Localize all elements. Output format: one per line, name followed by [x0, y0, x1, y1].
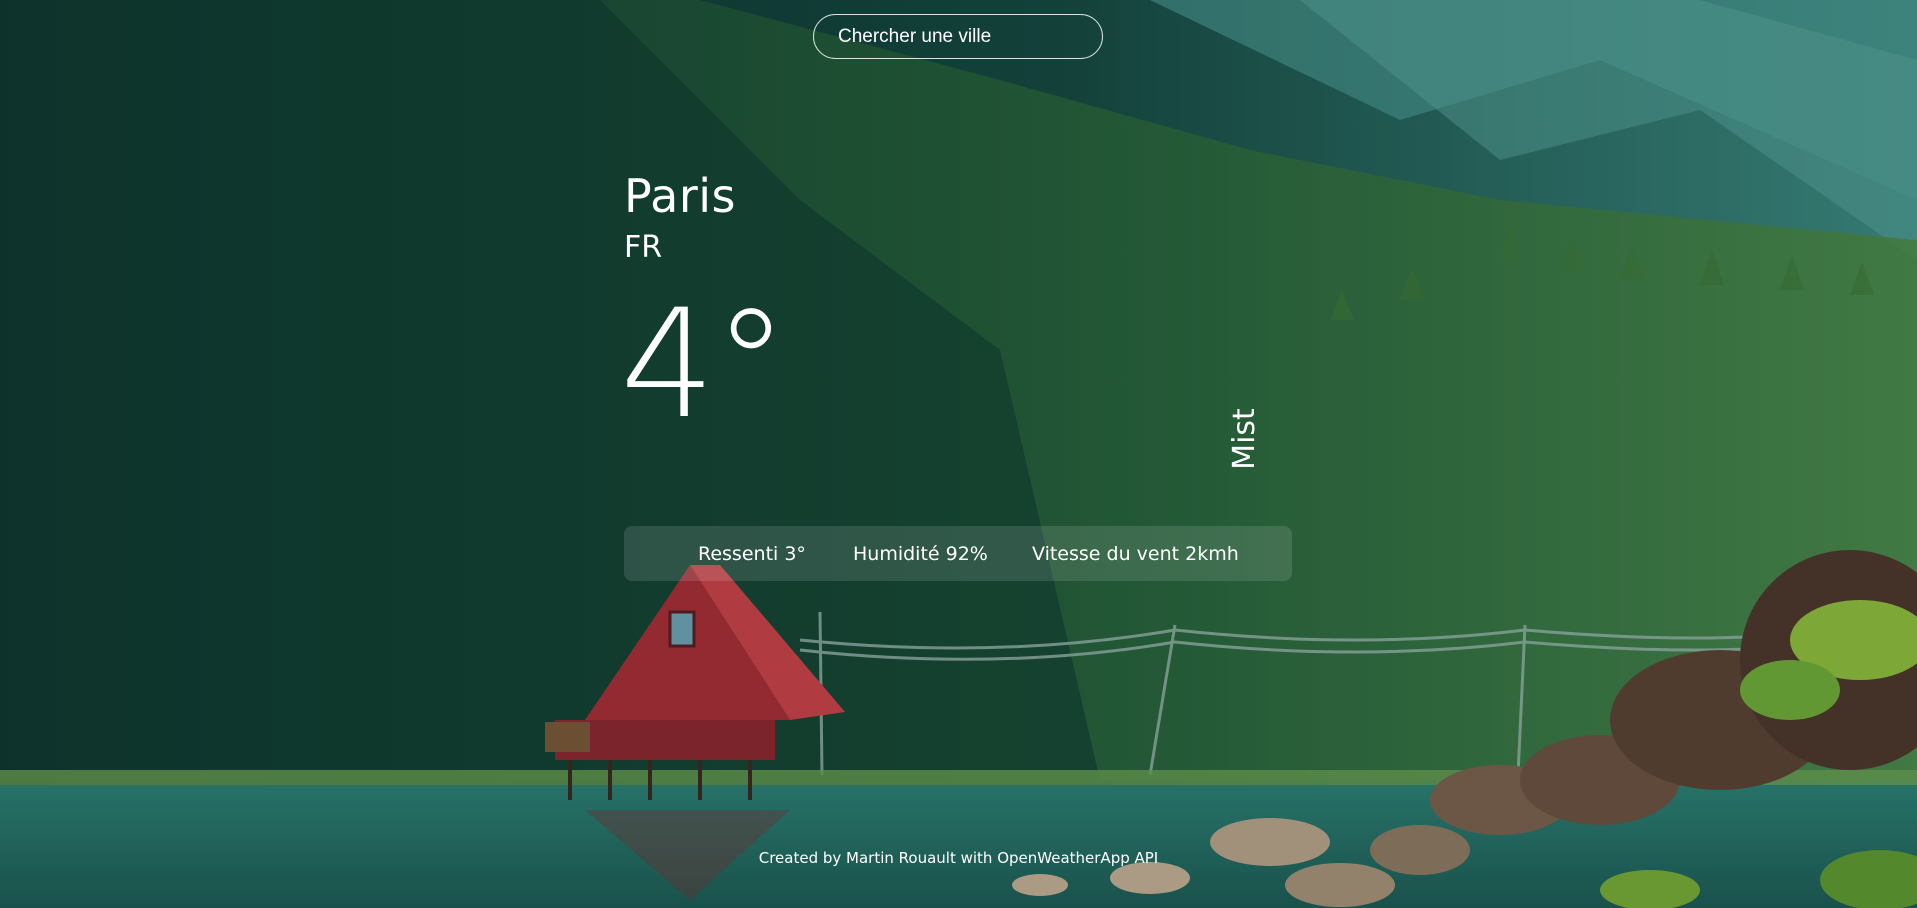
- humidity: Humidité 92%: [853, 543, 988, 565]
- wind-speed: Vitesse du vent 2kmh: [1032, 543, 1239, 565]
- background-scene: [0, 0, 1917, 908]
- country-code: FR: [624, 230, 663, 265]
- temperature: 4°: [620, 278, 788, 452]
- weather-condition: Mist: [1227, 408, 1262, 470]
- city-search-input[interactable]: [813, 14, 1103, 59]
- city-name: Paris: [624, 169, 737, 223]
- feels-like: Ressenti 3°: [698, 543, 806, 565]
- footer-credit: Created by Martin Rouault with OpenWeath…: [758, 849, 1159, 867]
- weather-details-bar: Ressenti 3° Humidité 92% Vitesse du vent…: [624, 526, 1292, 581]
- forest-lake-illustration: [0, 0, 1917, 908]
